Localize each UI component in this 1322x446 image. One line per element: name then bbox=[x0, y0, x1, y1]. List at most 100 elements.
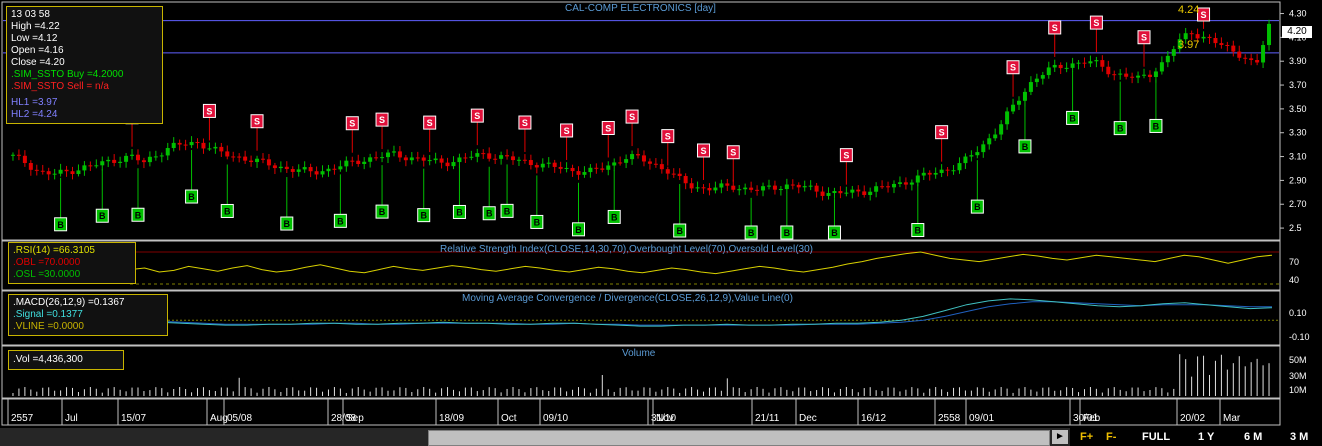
candle-body bbox=[207, 148, 212, 150]
candle-body bbox=[701, 187, 706, 189]
candle-body bbox=[534, 165, 539, 168]
candle-body bbox=[820, 191, 825, 196]
candle-body bbox=[1136, 75, 1141, 78]
candle-body bbox=[64, 169, 69, 172]
rsi-line bbox=[129, 251, 1273, 275]
candle-body bbox=[1017, 100, 1022, 105]
range-3m-button[interactable]: 3 M bbox=[1290, 429, 1308, 445]
candle-body bbox=[1040, 75, 1045, 79]
candle-body bbox=[1130, 76, 1135, 78]
candle-body bbox=[433, 158, 438, 161]
candle-body bbox=[249, 160, 254, 163]
candle-body bbox=[511, 156, 516, 161]
range-1y-button[interactable]: 1 Y bbox=[1198, 429, 1214, 445]
candle-body bbox=[957, 163, 962, 171]
candle-body bbox=[195, 142, 200, 144]
candle-body bbox=[1189, 33, 1194, 35]
candle-body bbox=[171, 142, 176, 149]
buy-signal-letter: B bbox=[284, 219, 291, 229]
date-tick-label: 20/02 bbox=[1180, 413, 1205, 424]
volume-tick-label: 50M bbox=[1289, 355, 1307, 365]
buy-signal-letter: B bbox=[1117, 124, 1124, 134]
candle-body bbox=[1219, 43, 1224, 45]
hl2-label: 4.24 bbox=[1178, 4, 1200, 16]
candle-body bbox=[856, 189, 861, 192]
date-tick-label: Sep bbox=[346, 413, 364, 424]
candle-body bbox=[939, 169, 944, 173]
candle-body bbox=[891, 183, 896, 188]
candle-body bbox=[749, 187, 754, 190]
volume-tick-label: 30M bbox=[1289, 371, 1307, 381]
candle-body bbox=[380, 157, 385, 159]
candle-body bbox=[386, 152, 391, 158]
candle-body bbox=[606, 165, 611, 170]
buy-signal-letter: B bbox=[57, 220, 64, 230]
candle-body bbox=[421, 157, 426, 161]
candle-body bbox=[1005, 111, 1010, 125]
candle-body bbox=[582, 172, 587, 175]
candle-body bbox=[70, 171, 75, 175]
info-obl: .OBL =70.0000 bbox=[13, 257, 81, 268]
candle-body bbox=[451, 162, 456, 167]
sell-signal-letter: S bbox=[629, 112, 635, 122]
candle-body bbox=[1028, 82, 1033, 92]
candle-body bbox=[106, 159, 111, 162]
candle-body bbox=[356, 160, 361, 165]
candle-body bbox=[165, 148, 170, 156]
candle-body bbox=[1058, 64, 1063, 69]
candle-body bbox=[403, 157, 408, 161]
candle-body bbox=[1153, 71, 1158, 77]
date-tick-label: 05/08 bbox=[227, 413, 252, 424]
candle-body bbox=[76, 170, 81, 175]
buy-signal-letter: B bbox=[337, 216, 344, 226]
candle-body bbox=[1165, 55, 1170, 63]
font-increase-button[interactable]: F+ bbox=[1080, 429, 1093, 445]
date-tick-label: 18/09 bbox=[439, 413, 464, 424]
candle-body bbox=[796, 184, 801, 188]
candles bbox=[10, 19, 1272, 201]
candle-body bbox=[225, 151, 230, 157]
sell-signal-letter: S bbox=[605, 123, 611, 133]
buy-signal-letter: B bbox=[974, 202, 981, 212]
candle-body bbox=[975, 152, 980, 156]
axis-ticks: 4.304.103.903.703.503.303.102.902.702.57… bbox=[1280, 9, 1310, 395]
range-full-button[interactable]: FULL bbox=[1142, 429, 1170, 445]
price-tick-label: 3.30 bbox=[1289, 128, 1307, 138]
candle-body bbox=[802, 186, 807, 188]
range-6m-button[interactable]: 6 M bbox=[1244, 429, 1262, 445]
date-tick-label: 09/10 bbox=[543, 413, 568, 424]
candle-body bbox=[1112, 74, 1117, 76]
candle-body bbox=[755, 189, 760, 191]
candle-body bbox=[320, 171, 325, 175]
candle-body bbox=[826, 193, 831, 196]
date-tick-label: 09/01 bbox=[969, 413, 994, 424]
info-hl2: HL2 =4.24 bbox=[11, 109, 58, 120]
candle-body bbox=[850, 189, 855, 193]
candle-body bbox=[1201, 36, 1206, 39]
scroll-right-arrow-icon[interactable]: ► bbox=[1052, 430, 1068, 444]
candle-body bbox=[1046, 67, 1051, 76]
candle-body bbox=[391, 151, 396, 153]
info-signal: .Signal =0.1377 bbox=[13, 309, 83, 320]
candle-body bbox=[58, 169, 63, 174]
candle-body bbox=[94, 165, 99, 167]
scrollbar-thumb[interactable] bbox=[428, 430, 1050, 446]
candle-body bbox=[1094, 60, 1099, 62]
candle-body bbox=[296, 169, 301, 172]
font-decrease-button[interactable]: F- bbox=[1106, 429, 1116, 445]
candle-body bbox=[1231, 45, 1236, 52]
candle-body bbox=[231, 156, 236, 158]
chart-canvas[interactable]: B B B B B B B B B B B B B B B B B B B B B B B B B S S S S S S S S S S S S S S S… bbox=[0, 0, 1322, 426]
candle-body bbox=[880, 186, 885, 188]
macd-info-box: .MACD(26,12,9) =0.1367 .Signal =0.1377 .… bbox=[8, 294, 168, 336]
candle-body bbox=[499, 155, 504, 159]
candle-body bbox=[814, 185, 819, 192]
buy-signal-letter: B bbox=[188, 192, 195, 202]
candle-body bbox=[808, 185, 813, 187]
candle-body bbox=[921, 172, 926, 176]
candle-body bbox=[897, 182, 902, 184]
candle-body bbox=[612, 162, 617, 166]
candle-body bbox=[16, 154, 21, 156]
candle-body bbox=[219, 146, 224, 152]
candle-body bbox=[22, 155, 27, 164]
